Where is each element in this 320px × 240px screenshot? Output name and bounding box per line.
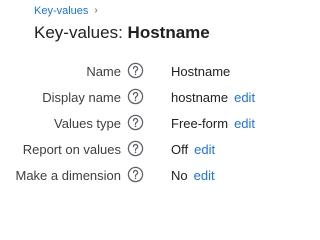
page-title: Key-values: Hostname xyxy=(34,22,210,44)
field-row-make-a-dimension: Make a dimension No edit xyxy=(0,163,273,189)
edit-display-name-link[interactable]: edit xyxy=(234,90,255,105)
field-value-name: Hostname xyxy=(171,64,231,79)
field-value-values-type: Free-form xyxy=(171,116,229,131)
field-value-wrap-values-type: Free-form edit xyxy=(171,115,255,132)
edit-make-a-dimension-link[interactable]: edit xyxy=(194,168,215,183)
field-row-values-type: Values type Free-form edit xyxy=(0,111,273,137)
field-label-report-on-values: Report on values xyxy=(22,142,121,157)
help-circle-icon[interactable] xyxy=(127,140,144,157)
field-row-display-name: Display name hostname edit xyxy=(0,85,273,111)
field-value-wrap-report-on-values: Off edit xyxy=(171,141,215,158)
field-label-values-type: Values type xyxy=(54,116,121,131)
key-value-detail-page: Key-values › Key-values: Hostname Name H… xyxy=(0,0,273,201)
field-value-report-on-values: Off xyxy=(171,142,189,157)
field-value-wrap-name: Hostname xyxy=(171,63,230,80)
field-value-make-a-dimension: No xyxy=(171,168,188,183)
breadcrumb: Key-values › xyxy=(34,4,98,18)
field-label-name: Name xyxy=(86,64,121,79)
page-title-name: Hostname xyxy=(127,23,210,42)
help-circle-icon[interactable] xyxy=(127,114,144,131)
breadcrumb-key-values-link[interactable]: Key-values xyxy=(34,4,88,18)
field-value-wrap-make-a-dimension: No edit xyxy=(171,167,215,184)
field-row-report-on-values: Report on values Off edit xyxy=(0,137,273,163)
field-value-wrap-display-name: hostname edit xyxy=(171,89,255,106)
page-title-prefix: Key-values: xyxy=(34,23,128,42)
field-value-display-name: hostname xyxy=(171,90,229,105)
field-label-display-name: Display name xyxy=(42,90,121,105)
edit-report-on-values-link[interactable]: edit xyxy=(194,142,215,157)
breadcrumb-separator-icon: › xyxy=(94,5,98,16)
edit-values-type-link[interactable]: edit xyxy=(234,116,255,131)
help-circle-icon[interactable] xyxy=(127,62,144,79)
field-row-name: Name Hostname xyxy=(0,59,273,85)
help-circle-icon[interactable] xyxy=(127,166,144,183)
field-label-make-a-dimension: Make a dimension xyxy=(15,168,122,183)
help-circle-icon[interactable] xyxy=(127,88,144,105)
